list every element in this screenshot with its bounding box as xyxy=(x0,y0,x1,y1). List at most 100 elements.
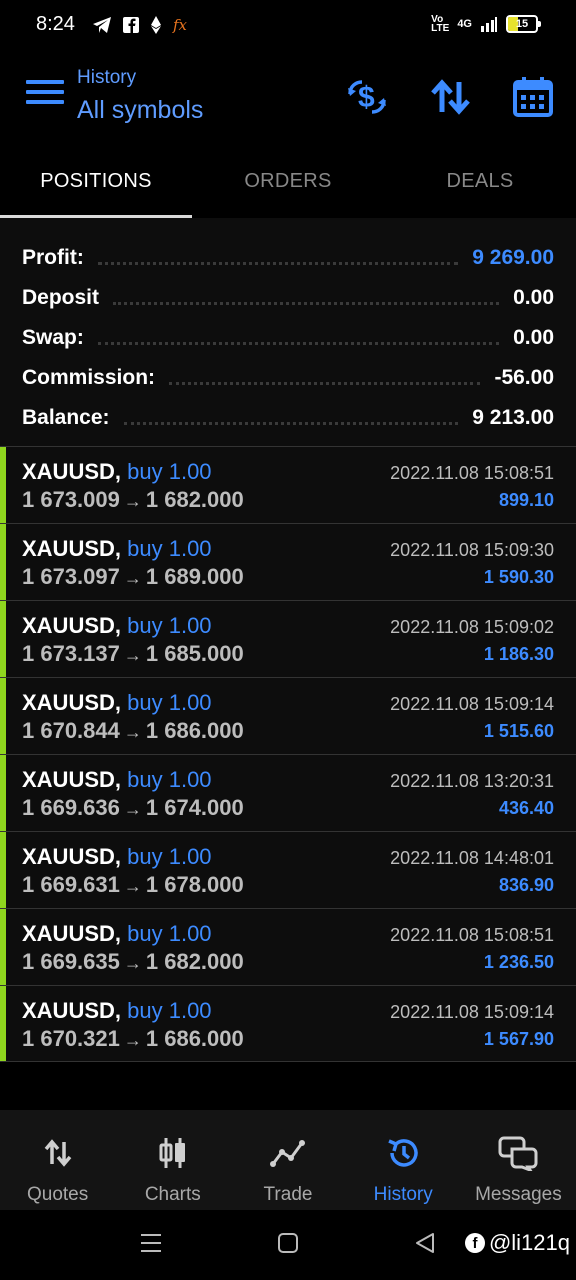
menu-icon-line xyxy=(26,100,64,104)
facebook-icon: f xyxy=(464,1233,485,1253)
summary-panel: Profit: 9 269.00 Deposit 0.00 Swap: 0.00… xyxy=(0,218,576,446)
svg-text:$: $ xyxy=(358,81,375,114)
sort-arrows-icon xyxy=(431,79,470,115)
buy-indicator-bar xyxy=(0,986,6,1061)
tab-positions[interactable]: POSITIONS xyxy=(0,152,192,218)
buy-indicator-bar xyxy=(0,524,6,600)
position-profit: 1 515.60 xyxy=(483,721,554,741)
watermark: f @li121q xyxy=(464,1230,570,1256)
trend-line-icon xyxy=(270,1140,305,1167)
position-time: 2022.11.08 15:08:51 xyxy=(390,463,554,483)
close-price: 1 686.000 xyxy=(145,718,244,743)
calendar-button[interactable] xyxy=(510,74,556,120)
position-row[interactable]: XAUUSD, buy 1.00 1 670.321 → 1 686.000 202… xyxy=(0,985,576,1062)
open-price: 1 669.636 xyxy=(22,795,120,820)
summary-label: Commission: xyxy=(22,366,156,389)
position-profit: 1 186.30 xyxy=(483,644,554,664)
position-row[interactable]: XAUUSD, buy 1.00 1 670.844 → 1 686.000 202… xyxy=(0,677,576,754)
arrow-right-icon: → xyxy=(123,722,142,742)
position-side: buy 1.00 xyxy=(127,613,212,638)
tab-bar: POSITIONS ORDERS DEALS xyxy=(0,152,576,218)
position-profit: 1 567.90 xyxy=(483,1029,554,1049)
position-side: buy 1.00 xyxy=(127,459,212,484)
position-time: 2022.11.08 15:09:02 xyxy=(390,617,554,637)
recent-apps-button[interactable] xyxy=(140,1232,162,1259)
summary-commission-value: -56.00 xyxy=(494,366,554,389)
home-square-icon xyxy=(278,1233,298,1253)
position-side: buy 1.00 xyxy=(127,921,212,946)
bottom-navigation: Quotes Charts Trade History Messages xyxy=(0,1110,576,1210)
close-price: 1 682.000 xyxy=(145,487,244,512)
position-symbol: XAUUSD, xyxy=(22,690,122,715)
open-price: 1 673.097 xyxy=(22,564,120,589)
arrow-right-icon: → xyxy=(123,876,142,896)
nav-label: History xyxy=(373,1184,433,1205)
position-symbol-line: XAUUSD, buy 1.00 xyxy=(22,767,212,793)
close-price: 1 685.000 xyxy=(145,641,244,666)
position-row[interactable]: XAUUSD, buy 1.00 1 669.635 → 1 682.000 202… xyxy=(0,908,576,985)
tab-orders[interactable]: ORDERS xyxy=(192,152,384,218)
position-prices: 1 670.844 → 1 686.000 xyxy=(22,718,244,744)
position-symbol-line: XAUUSD, buy 1.00 xyxy=(22,844,212,870)
position-row[interactable]: XAUUSD, buy 1.00 1 673.097 → 1 689.000 202… xyxy=(0,523,576,600)
home-button[interactable] xyxy=(277,1232,299,1259)
summary-swap-row: Swap: 0.00 xyxy=(0,318,576,358)
history-clock-icon xyxy=(388,1139,418,1167)
arrow-right-icon: → xyxy=(123,568,142,588)
summary-swap-value: 0.00 xyxy=(513,326,554,349)
position-row[interactable]: XAUUSD, buy 1.00 1 673.137 → 1 685.000 202… xyxy=(0,600,576,677)
position-row[interactable]: XAUUSD, buy 1.00 1 669.636 → 1 674.000 202… xyxy=(0,754,576,831)
chat-bubbles-icon xyxy=(498,1136,538,1171)
summary-commission-row: Commission: -56.00 xyxy=(0,358,576,398)
nav-messages[interactable]: Messages xyxy=(461,1110,576,1210)
open-price: 1 673.137 xyxy=(22,641,120,666)
arrow-right-icon: → xyxy=(123,953,142,973)
back-triangle-icon xyxy=(416,1233,434,1253)
position-row[interactable]: XAUUSD, buy 1.00 1 669.631 → 1 678.000 202… xyxy=(0,831,576,908)
battery-level: 15 xyxy=(515,18,529,30)
nav-history[interactable]: History xyxy=(346,1110,461,1210)
open-price: 1 669.635 xyxy=(22,949,120,974)
status-bar: 8:24 fx Vo LTE 4G 15 xyxy=(0,0,576,50)
nav-quotes[interactable]: Quotes xyxy=(0,1110,115,1210)
summary-balance-value: 9 213.00 xyxy=(472,406,554,429)
position-symbol-line: XAUUSD, buy 1.00 xyxy=(22,998,212,1024)
currency-exchange-button[interactable]: $ xyxy=(344,74,390,120)
status-right-icons: Vo LTE 4G 15 xyxy=(431,14,541,34)
sort-button[interactable] xyxy=(428,74,474,120)
position-symbol: XAUUSD, xyxy=(22,767,122,792)
position-symbol-line: XAUUSD, buy 1.00 xyxy=(22,690,212,716)
position-symbol: XAUUSD, xyxy=(22,536,122,561)
volte-icon: Vo LTE xyxy=(431,14,450,34)
summary-profit-value: 9 269.00 xyxy=(472,246,554,269)
dotted-leader xyxy=(123,421,459,425)
position-row[interactable]: XAUUSD, buy 1.00 1 673.009 → 1 682.000 202… xyxy=(0,446,576,523)
position-time: 2022.11.08 15:09:30 xyxy=(390,540,554,560)
ethereum-icon xyxy=(151,16,161,34)
position-time: 2022.11.08 13:20:31 xyxy=(390,771,554,791)
sort-arrows-icon xyxy=(44,1139,71,1167)
dotted-leader xyxy=(97,261,459,265)
arrow-right-icon: → xyxy=(123,491,142,511)
buy-indicator-bar xyxy=(0,678,6,754)
summary-deposit-value: 0.00 xyxy=(513,286,554,309)
tab-deals[interactable]: DEALS xyxy=(384,152,576,218)
system-navigation: f @li121q xyxy=(0,1210,576,1280)
nav-charts[interactable]: Charts xyxy=(115,1110,230,1210)
summary-profit-row: Profit: 9 269.00 xyxy=(0,238,576,278)
nav-trade[interactable]: Trade xyxy=(230,1110,345,1210)
back-button[interactable] xyxy=(414,1232,436,1259)
watermark-text: @li121q xyxy=(488,1230,570,1255)
position-prices: 1 669.635 → 1 682.000 xyxy=(22,949,244,975)
position-side: buy 1.00 xyxy=(127,844,212,869)
notification-icons: fx xyxy=(92,15,192,35)
menu-button[interactable] xyxy=(26,80,64,112)
battery-icon: 15 xyxy=(506,15,541,33)
network-type: 4G xyxy=(457,18,472,30)
buy-indicator-bar xyxy=(0,447,6,523)
position-prices: 1 673.009 → 1 682.000 xyxy=(22,487,244,513)
close-price: 1 674.000 xyxy=(145,795,244,820)
telegram-icon xyxy=(93,17,111,33)
position-profit: 899.10 xyxy=(498,490,554,510)
page-title[interactable]: All symbols xyxy=(77,96,203,125)
